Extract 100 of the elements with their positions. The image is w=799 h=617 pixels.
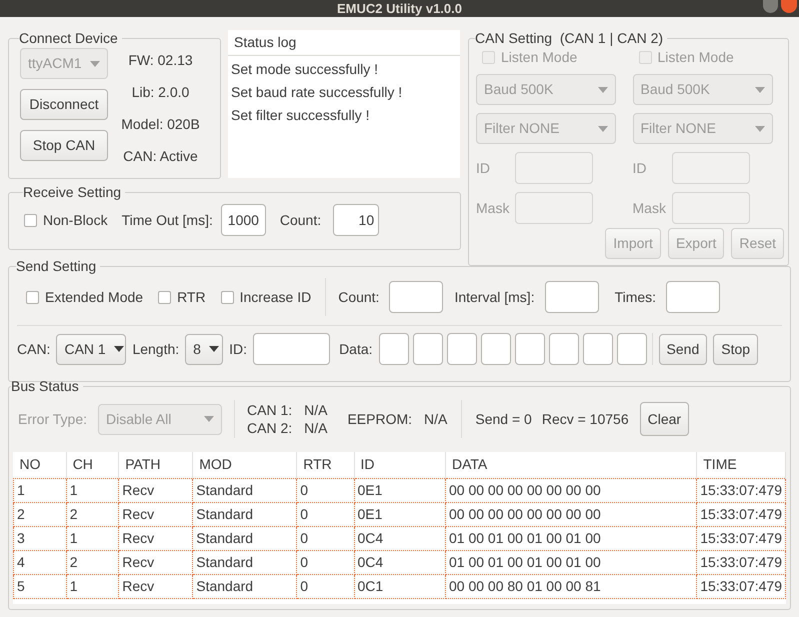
table-cell: 3 [14,526,66,550]
caret-icon [208,346,219,352]
table-cell: 0C1 [354,574,446,598]
stop-button[interactable]: Stop [713,334,758,364]
count-field[interactable] [389,281,444,313]
data-byte-field[interactable] [378,333,409,365]
stop-can-button[interactable]: Stop CAN [20,130,108,161]
device-info: FW: 02.13 [128,51,193,70]
id-field[interactable] [253,333,330,365]
caret-icon [90,60,100,66]
label: Mask [632,198,667,218]
column-header[interactable]: PATH [118,452,193,478]
table-cell: Recv [118,478,193,502]
id-field[interactable] [672,152,750,184]
times-field[interactable] [666,281,720,313]
table-cell: Recv [118,574,193,598]
column-header[interactable]: NO [14,452,66,478]
column-header[interactable]: TIME [696,452,786,478]
table-cell: 2 [66,502,119,526]
data-byte-field[interactable] [514,333,545,365]
table-cell: 0C4 [354,526,446,550]
table-cell: 15:33:07:479 [696,526,786,550]
section-title: Connect Device [19,30,119,46]
data-byte-field[interactable] [412,333,443,365]
table-cell: Recv [118,502,193,526]
data-byte-field[interactable] [616,333,647,365]
table-cell: Standard [192,550,297,574]
table-cell: Standard [192,502,297,526]
data-byte-field[interactable] [480,333,511,365]
can-dropdown[interactable]: CAN 1 [56,334,126,364]
minimize-icon[interactable] [763,0,778,13]
close-icon[interactable] [781,0,797,13]
checkbox[interactable] [220,290,234,304]
checkbox[interactable] [26,290,39,304]
log-line: Set mode successfully ! [231,60,380,79]
column-header[interactable]: RTR [296,452,354,478]
interval-field[interactable] [544,281,599,313]
column-header[interactable]: DATA [446,452,697,478]
mask-field[interactable] [515,192,593,224]
column-header[interactable]: ID [354,452,446,478]
send-button[interactable]: Send [658,334,708,364]
id-field[interactable] [515,152,593,184]
status-log-header: Status log [228,30,460,56]
label: ID [476,158,491,178]
count-field[interactable]: 10 [333,204,380,236]
table-cell: Recv [118,526,193,550]
table-cell: 4 [14,550,66,574]
caret-icon [598,126,608,132]
table-cell: 0 [296,550,354,574]
timeout-field[interactable]: 1000 [220,204,266,236]
checkbox[interactable] [158,290,172,304]
label: Recv = 10756 [542,410,629,428]
label: Time Out [ms]: [122,210,213,230]
checkbox-label: Listen Mode [658,48,734,66]
table-cell: 0C4 [354,550,446,574]
table-cell: 15:33:07:479 [696,502,786,526]
label: Send = 0 [475,410,532,428]
table-cell: 0 [296,574,354,598]
column-header[interactable]: MOD [192,452,297,478]
table-cell: Standard [192,478,297,502]
label: ID: [229,340,248,358]
mask-field[interactable] [672,192,750,224]
table-cell: 15:33:07:479 [696,574,786,598]
checkbox-label: Listen Mode [501,48,578,66]
column-header[interactable]: CH [66,452,119,478]
label: Length: [132,340,180,359]
caret-icon [598,86,608,92]
table-cell: Standard [192,574,297,598]
table-cell: 0E1 [354,502,446,526]
caret-icon [754,86,764,92]
table-cell: 0E1 [354,478,446,502]
label: Count: [338,288,380,306]
section-title: Send Setting [16,258,98,274]
device-info: CAN: Active [123,147,198,166]
table-cell: 15:33:07:479 [696,550,786,574]
length-dropdown[interactable]: 8 [185,334,224,364]
table-cell: 1 [66,478,119,502]
label: N/A [424,410,448,428]
disconnect-button[interactable]: Disconnect [20,89,108,120]
data-byte-field[interactable] [548,333,579,365]
table-cell: 00 00 00 00 00 00 00 00 [446,478,697,502]
table-cell: 01 00 01 00 01 00 01 00 [446,550,697,574]
label: Count: [280,210,322,230]
table-cell: 01 00 01 00 01 00 01 00 [446,526,697,550]
table-cell: 00 00 00 80 01 00 00 81 [446,574,697,598]
data-byte-field[interactable] [582,333,613,365]
checkbox-label: Non-Block [43,210,108,230]
table-cell: 0 [296,478,354,502]
table-cell: Recv [118,550,193,574]
label: CAN: [17,340,50,358]
window-title: EMUC2 Utility v1.0.0 [337,1,462,16]
label: ID [632,158,648,178]
table-cell: 1 [14,478,66,502]
label: Interval [ms]: [454,288,535,307]
section-title: Receive Setting [23,184,122,200]
section-title: CAN Setting (CAN 1 | CAN 2) [475,30,664,46]
log-line: Set filter successfully ! [231,106,370,125]
checkbox[interactable] [24,214,37,226]
clear-button[interactable]: Clear [640,402,690,436]
data-byte-field[interactable] [446,333,477,365]
